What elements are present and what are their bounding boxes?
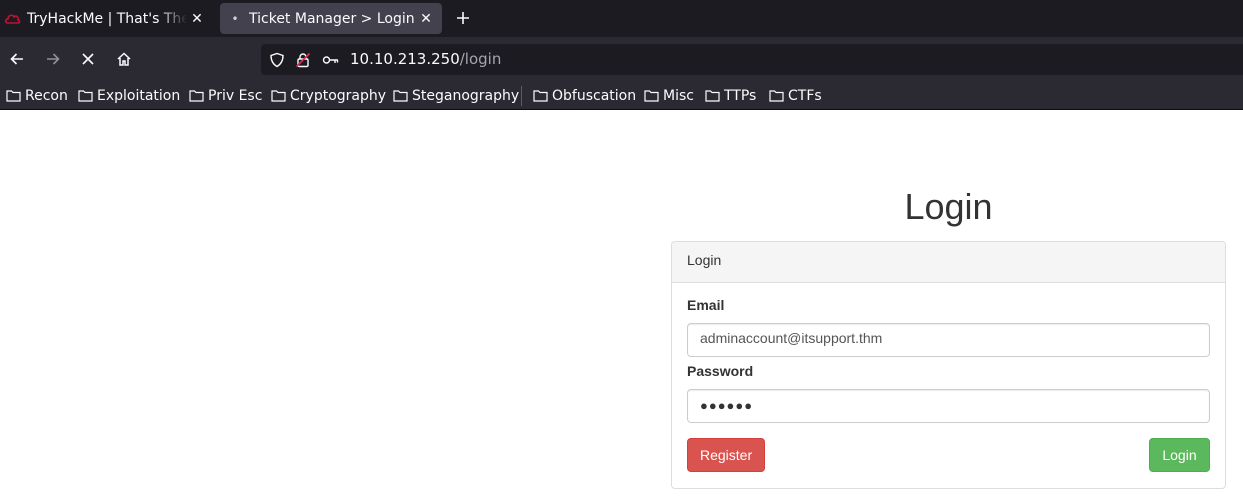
bookmark-label: TTPs	[724, 87, 757, 104]
bookmark-label: Exploitation	[97, 87, 181, 104]
folder-icon	[769, 90, 784, 102]
password-label: Password	[687, 363, 754, 379]
navigation-toolbar: 10.10.213.250/login	[0, 37, 1243, 81]
bookmark-label: CTFs	[788, 87, 822, 104]
address-bar[interactable]: 10.10.213.250/login	[261, 44, 1243, 75]
tab-title: Ticket Manager > Login	[249, 10, 415, 27]
email-value: adminaccount@itsupport.thm	[700, 330, 883, 346]
page-viewport: Login Login Email adminaccount@itsupport…	[0, 111, 1243, 500]
new-tab-button[interactable]	[450, 4, 476, 32]
register-button[interactable]: Register	[687, 438, 765, 472]
stop-loading-button[interactable]	[74, 45, 102, 73]
tab-ticket-manager[interactable]: • Ticket Manager > Login ✕	[220, 3, 442, 34]
stop-icon	[82, 53, 94, 65]
tracking-protection-shield-icon[interactable]	[267, 50, 287, 70]
url-path: /login	[459, 50, 502, 68]
home-icon	[117, 52, 131, 66]
bookmark-label: Obfuscation	[552, 87, 637, 104]
loading-dot-icon: •	[231, 11, 239, 26]
bookmarks-separator	[521, 86, 522, 106]
key-icon[interactable]	[321, 50, 341, 70]
folder-icon	[6, 90, 21, 102]
folder-icon	[705, 90, 720, 102]
folder-icon	[644, 90, 659, 102]
forward-button[interactable]	[39, 45, 67, 73]
email-label: Email	[687, 297, 725, 313]
password-field[interactable]: ●●●●●●	[687, 389, 1210, 423]
bookmark-label: Cryptography	[290, 87, 387, 104]
bookmark-label: Priv Esc	[208, 87, 263, 104]
bookmark-ctfs[interactable]: CTFs	[769, 85, 822, 106]
url-text[interactable]: 10.10.213.250/login	[350, 50, 501, 68]
bookmark-label: Steganography	[412, 87, 520, 104]
email-field[interactable]: adminaccount@itsupport.thm	[687, 323, 1210, 357]
bookmark-exploitation[interactable]: Exploitation	[78, 85, 180, 106]
folder-icon	[393, 90, 408, 102]
page-title: Login	[904, 186, 993, 227]
bookmark-obfuscation[interactable]: Obfuscation	[533, 85, 636, 106]
bookmark-priv-esc[interactable]: Priv Esc	[189, 85, 262, 106]
bookmark-label: Misc	[663, 87, 694, 104]
bookmark-recon[interactable]: Recon	[6, 85, 68, 106]
folder-icon	[189, 90, 204, 102]
login-button[interactable]: Login	[1149, 438, 1210, 472]
bookmark-label: Recon	[25, 87, 68, 104]
folder-icon	[533, 90, 548, 102]
bookmark-ttps[interactable]: TTPs	[705, 85, 756, 106]
login-panel: Login Email adminaccount@itsupport.thm P…	[671, 241, 1226, 489]
bookmarks-toolbar: Recon Exploitation Priv Esc Cryptography…	[0, 81, 1243, 110]
url-host: 10.10.213.250	[350, 50, 460, 68]
home-button[interactable]	[110, 45, 138, 73]
tab-tryhackme[interactable]: TryHackMe | That's The Ticket ✕	[0, 0, 213, 37]
insecure-lock-icon[interactable]	[293, 50, 313, 70]
folder-icon	[271, 90, 286, 102]
folder-icon	[78, 90, 93, 102]
panel-heading: Login	[672, 242, 1225, 283]
close-tab-icon[interactable]: ✕	[187, 9, 207, 29]
tryhackme-favicon-icon	[4, 12, 22, 26]
close-tab-icon[interactable]: ✕	[416, 9, 436, 29]
bookmark-misc[interactable]: Misc	[644, 85, 694, 106]
tab-strip: TryHackMe | That's The Ticket ✕ • Ticket…	[0, 0, 1243, 37]
back-button[interactable]	[3, 45, 31, 73]
bookmark-cryptography[interactable]: Cryptography	[271, 85, 386, 106]
forward-arrow-icon	[47, 53, 60, 65]
bookmark-steganography[interactable]: Steganography	[393, 85, 519, 106]
back-arrow-icon	[10, 53, 23, 65]
tab-title: TryHackMe | That's The Ticket	[27, 10, 187, 27]
password-mask: ●●●●●●	[700, 398, 754, 413]
